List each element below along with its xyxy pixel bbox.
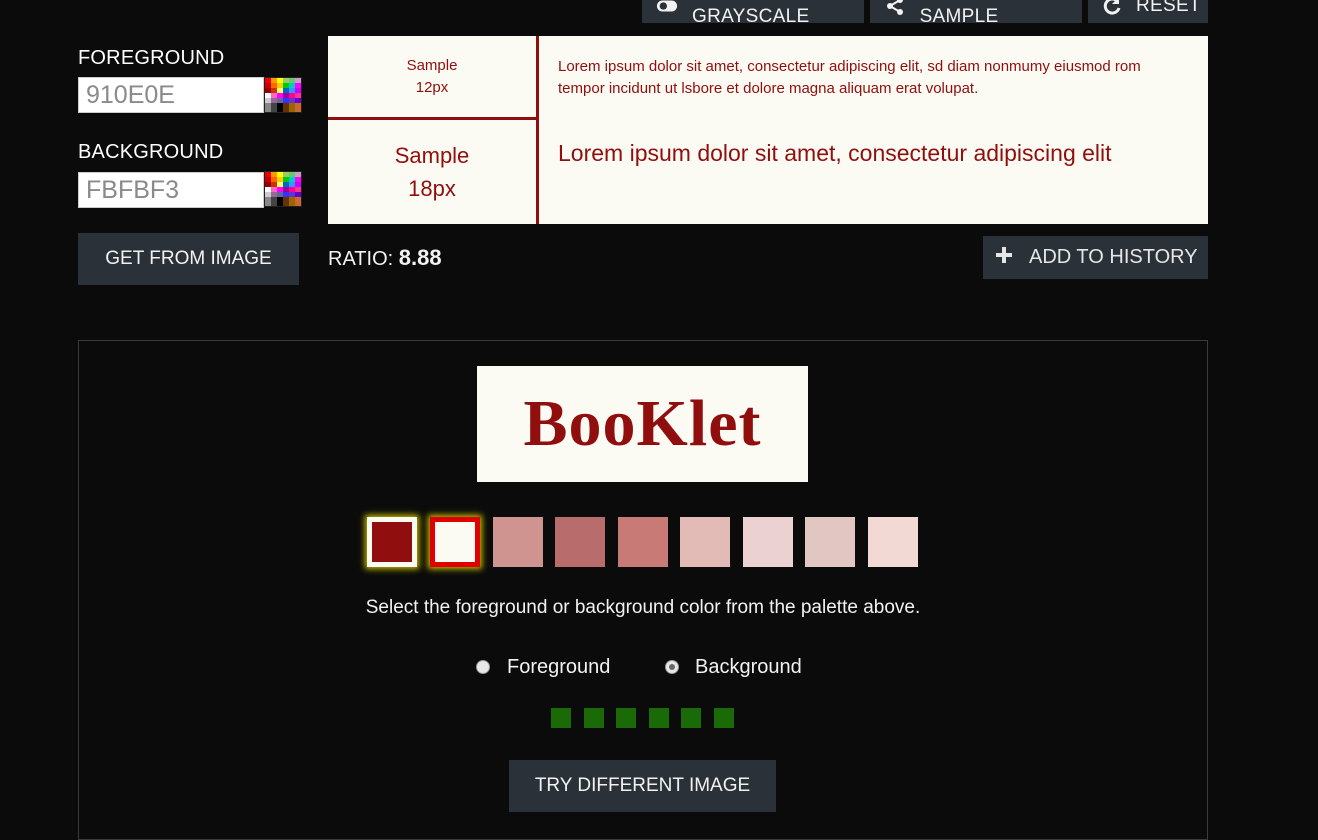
loading-dot (616, 708, 636, 728)
share-sample-label: SHARE SAMPLE (919, 0, 999, 27)
palette-swatch-2[interactable] (430, 517, 480, 567)
loading-dot (649, 708, 669, 728)
refresh-icon (1102, 0, 1122, 17)
palette-swatch-8[interactable] (805, 517, 855, 567)
sample-preview: Sample 12px Lorem ipsum dolor sit amet, … (328, 36, 1208, 224)
reset-label: RESET (1136, 0, 1201, 16)
foreground-color-picker-icon[interactable] (264, 77, 302, 113)
radio-background-label[interactable]: Background (695, 656, 802, 679)
loading-dot (714, 708, 734, 728)
palette-swatch-7[interactable] (743, 517, 793, 567)
toggle-icon (656, 0, 678, 17)
ratio-value: 8.88 (398, 245, 442, 270)
loading-dot (551, 708, 571, 728)
get-from-image-label: GET FROM IMAGE (105, 248, 272, 269)
background-color-picker-icon[interactable] (264, 171, 302, 207)
try-different-image-label: TRY DIFFERENT IMAGE (534, 775, 751, 796)
see-grayscale-label: SEE GRAYSCALE (692, 0, 810, 27)
reset-button[interactable]: RESET (1088, 0, 1208, 23)
palette-swatch-4[interactable] (555, 517, 605, 567)
add-to-history-label: ADD TO HISTORY (1029, 246, 1198, 268)
radio-foreground-label[interactable]: Foreground (507, 656, 610, 679)
palette-swatch-5[interactable] (618, 517, 668, 567)
plus-icon (995, 246, 1013, 270)
contrast-ratio: RATIO: 8.88 (328, 245, 442, 271)
palette-swatch-6[interactable] (680, 517, 730, 567)
uploaded-image: BooKlet (477, 366, 808, 482)
background-label: BACKGROUND (78, 141, 224, 163)
loading-dot (681, 708, 701, 728)
get-from-image-button[interactable]: GET FROM IMAGE (78, 233, 299, 285)
share-icon (884, 0, 906, 17)
foreground-hex-input[interactable]: 910E0E (78, 77, 264, 113)
radio-selected-dot (669, 664, 675, 670)
sample-large-text: Lorem ipsum dolor sit amet, consectetur … (558, 140, 1112, 166)
uploaded-image-logo-text: BooKlet (523, 387, 762, 460)
see-grayscale-button[interactable]: SEE GRAYSCALE (642, 0, 864, 27)
try-different-image-button[interactable]: TRY DIFFERENT IMAGE (509, 760, 776, 812)
palette-swatch-3[interactable] (493, 517, 543, 567)
background-hex-input[interactable]: FBFBF3 (78, 172, 264, 208)
foreground-label: FOREGROUND (78, 47, 225, 69)
palette-instruction: Select the foreground or background colo… (365, 597, 921, 618)
ratio-label: RATIO: (328, 248, 394, 270)
sample-small-text: Lorem ipsum dolor sit amet, consectetur … (558, 58, 1141, 97)
palette-swatch-9[interactable] (868, 517, 918, 567)
sample-large-label: Sample 18px (394, 143, 470, 201)
sample-small-label: Sample 12px (406, 56, 458, 96)
loading-dot (584, 708, 604, 728)
share-sample-button[interactable]: SHARE SAMPLE (870, 0, 1082, 27)
radio-foreground[interactable] (476, 660, 490, 674)
add-to-history-button[interactable]: ADD TO HISTORY (983, 236, 1208, 279)
radio-background[interactable] (665, 660, 679, 674)
palette-swatch-1[interactable] (367, 517, 417, 567)
